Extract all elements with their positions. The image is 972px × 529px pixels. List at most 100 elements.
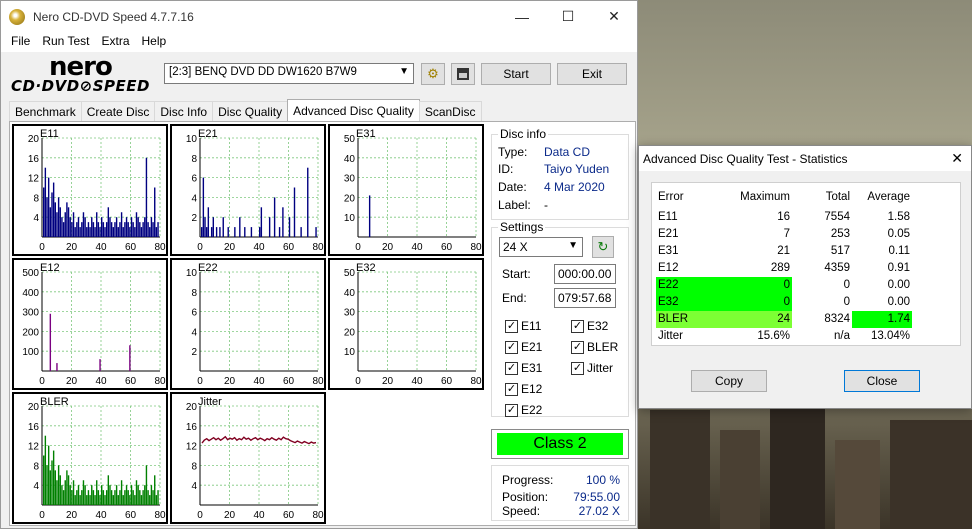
y-tick-label: 12	[28, 174, 40, 185]
wallpaper-building	[650, 410, 710, 529]
nero-logo: nero CD·DVD⊘SPEED	[11, 52, 161, 95]
y-tick-label: 12	[28, 442, 40, 453]
tab-create-disc[interactable]: Create Disc	[80, 101, 156, 122]
chart-e12: 0 20 40 60 80 500 400 300 200 100 E12	[12, 258, 168, 390]
bar	[44, 167, 47, 237]
bar	[56, 480, 58, 505]
close-button[interactable]: Close	[844, 370, 920, 392]
checkbox-e31-label: E31	[521, 361, 543, 375]
cell-total: 253	[830, 228, 850, 240]
y-tick-label: 12	[186, 442, 198, 453]
checkbox-jitter-label: Jitter	[587, 361, 614, 375]
tab-disc-info[interactable]: Disc Info	[154, 101, 214, 122]
x-tick-label: 20	[382, 376, 394, 387]
x-tick-label: 20	[66, 510, 78, 521]
close-icon[interactable]: ✕	[951, 150, 963, 167]
progress-value: 100 %	[585, 473, 620, 487]
bar	[147, 222, 149, 237]
tab-scandisc[interactable]: ScanDisc	[418, 101, 482, 122]
bar	[219, 227, 221, 237]
menu-help[interactable]: Help	[136, 32, 173, 52]
chart-plot: 0 20 40 60 80 50 40 30 20 10	[344, 268, 482, 387]
wallpaper-building	[720, 430, 760, 529]
bar	[79, 495, 81, 505]
bar	[107, 475, 110, 505]
bar	[130, 217, 133, 237]
wallpaper-building	[770, 405, 825, 529]
exit-button[interactable]: Exit	[557, 63, 627, 85]
bar	[145, 465, 148, 505]
x-tick-label: 80	[312, 242, 324, 253]
bar	[268, 217, 271, 237]
cell-average: 0.00	[887, 279, 910, 291]
bar	[82, 480, 85, 505]
y-tick-label: 16	[28, 422, 40, 433]
menu-file[interactable]: File	[5, 32, 36, 52]
checkbox-bler[interactable]: ✓ BLER	[571, 340, 618, 354]
speed-select[interactable]: 24 X ▼	[499, 237, 583, 257]
y-tick-label: 50	[344, 134, 356, 145]
x-tick-label: 80	[470, 242, 482, 253]
x-tick-label: 0	[355, 376, 361, 387]
checkbox-e12[interactable]: ✓ E12	[505, 382, 542, 396]
tab-benchmark[interactable]: Benchmark	[9, 101, 82, 122]
statistics-title-bar[interactable]: Advanced Disc Quality Test - Statistics	[639, 146, 971, 171]
bar	[87, 222, 90, 237]
checkbox-e21-label: E21	[521, 340, 543, 354]
drive-select-value: [2:3] BENQ DVD DD DW1620 B7W9	[169, 66, 357, 78]
bar	[125, 485, 128, 505]
bar	[72, 212, 75, 237]
y-tick-label: 8	[33, 193, 39, 204]
bar	[94, 227, 96, 237]
tab-advanced-disc-quality[interactable]: Advanced Disc Quality	[287, 99, 420, 122]
bar	[134, 227, 136, 237]
drive-info-button[interactable]: ⚙	[421, 63, 445, 85]
bar	[152, 222, 154, 237]
close-icon[interactable]: ✕	[591, 1, 637, 32]
header-maximum: Maximum	[740, 191, 790, 203]
bar	[157, 490, 159, 505]
cell-maximum: 16	[777, 211, 790, 223]
chart-title: E32	[356, 262, 376, 274]
bar	[115, 485, 118, 505]
save-button[interactable]	[451, 63, 475, 85]
x-tick-label: 60	[125, 376, 137, 387]
checkbox-e32[interactable]: ✓ E32	[571, 319, 608, 333]
chart-plot: 0 20 40 60 80 20 16 12 8 4	[28, 134, 166, 253]
check-icon: ✓	[571, 319, 584, 333]
bar	[144, 217, 146, 237]
refresh-speed-button[interactable]: ↻	[592, 236, 614, 258]
checkbox-e21[interactable]: ✓ E21	[505, 340, 542, 354]
x-tick-label: 60	[441, 242, 453, 253]
start-button[interactable]: Start	[481, 63, 551, 85]
copy-button[interactable]: Copy	[691, 370, 767, 392]
bar	[119, 222, 121, 237]
bar	[142, 222, 144, 237]
bar	[239, 217, 241, 237]
tab-disc-quality[interactable]: Disc Quality	[212, 101, 289, 122]
menu-run-test[interactable]: Run Test	[36, 32, 95, 52]
end-time-input[interactable]: 079:57.68	[554, 288, 616, 308]
minimize-icon[interactable]: —	[499, 1, 545, 32]
checkbox-jitter[interactable]: ✓ Jitter	[571, 361, 613, 375]
bar	[47, 445, 50, 505]
bar	[117, 227, 119, 237]
cell-total: 8324	[824, 313, 850, 325]
checkbox-e22[interactable]: ✓ E22	[505, 403, 542, 417]
drive-select[interactable]: [2:3] BENQ DVD DD DW1620 B7W9 ▼	[164, 63, 414, 84]
bar	[204, 217, 206, 237]
cell-average: 0.00	[887, 296, 910, 308]
checkbox-e11[interactable]: ✓ E11	[505, 319, 541, 333]
bar	[77, 485, 80, 505]
x-tick-label: 40	[253, 376, 265, 387]
start-time-input[interactable]: 000:00.00	[554, 264, 616, 284]
checkbox-e31[interactable]: ✓ E31	[505, 361, 542, 375]
bar	[71, 222, 73, 237]
menu-extra[interactable]: Extra	[95, 32, 135, 52]
maximize-icon[interactable]: ☐	[545, 1, 591, 32]
bar	[147, 490, 149, 505]
cell-average: 1.58	[887, 211, 910, 223]
bar	[92, 490, 95, 505]
x-tick-label: 0	[39, 376, 45, 387]
bar	[150, 217, 153, 237]
